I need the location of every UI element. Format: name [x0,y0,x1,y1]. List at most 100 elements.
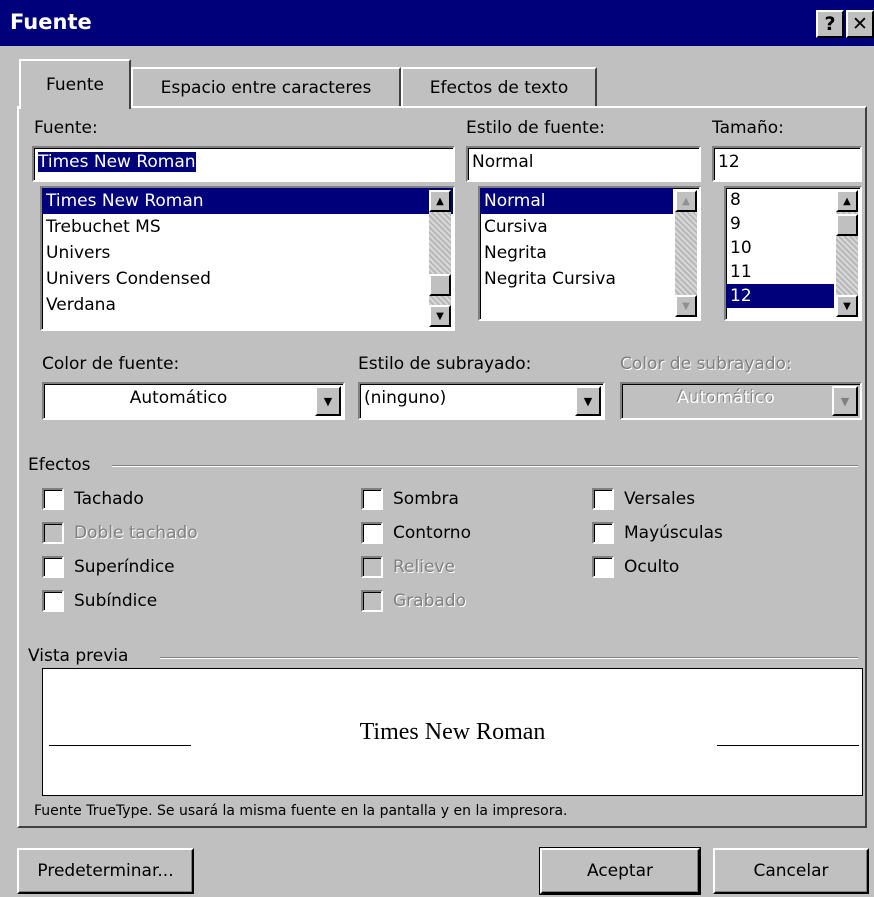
list-item[interactable]: Univers [42,240,453,266]
font-size-value: 12 [718,152,740,172]
font-color-select[interactable]: Automático ▼ [42,382,345,420]
title-bar[interactable]: Fuente ? ✕ [0,0,874,46]
font-label: Fuente: [34,118,98,138]
cancel-button-label: Cancelar [753,861,829,881]
cancel-button[interactable]: Cancelar [713,848,869,894]
list-item[interactable]: Negrita Cursiva [480,266,699,292]
scroll-down-arrow-icon[interactable]: ▼ [836,295,858,317]
checkbox-box[interactable] [592,556,614,578]
chevron-down-icon[interactable]: ▼ [832,386,858,416]
size-list-scrollbar[interactable]: ▲ ▼ [836,190,858,317]
effects-divider [112,465,858,467]
effects-label: Efectos [28,455,91,475]
checkbox-contorno[interactable]: Contorno [361,520,471,546]
checkbox-label: Versales [624,489,696,509]
checkbox-label: Sombra [393,489,459,509]
list-item[interactable]: Verdana [42,292,453,318]
checkbox-box[interactable] [361,488,383,510]
chevron-down-icon[interactable]: ▼ [575,386,601,416]
scroll-thumb[interactable] [836,214,858,236]
chevron-down-icon[interactable]: ▼ [315,386,341,416]
checkbox-label: Contorno [393,523,471,543]
checkbox-oculto[interactable]: Oculto [592,554,723,580]
truetype-note: Fuente TrueType. Se usará la misma fuent… [34,803,568,819]
checkbox-mayusculas[interactable]: Mayúsculas [592,520,723,546]
default-button-label: Predeterminar... [37,861,174,881]
ok-button-label: Aceptar [587,861,653,881]
tab-efectos-de-texto[interactable]: Efectos de texto [401,67,597,107]
checkbox-relieve[interactable]: Relieve [361,554,471,580]
list-item[interactable]: Negrita [480,240,699,266]
checkbox-box[interactable] [592,488,614,510]
help-button[interactable]: ? [816,10,844,38]
checkbox-box[interactable] [361,590,383,612]
checkbox-box[interactable] [42,556,64,578]
checkbox-versales[interactable]: Versales [592,486,723,512]
style-list-scrollbar[interactable]: ▲ ▼ [675,190,697,317]
scroll-thumb[interactable] [429,274,451,296]
preview-baseline-right [717,745,859,746]
list-item[interactable]: Univers Condensed [42,266,453,292]
tab-efectos-label: Efectos de texto [429,78,569,98]
font-style-list[interactable]: Normal Cursiva Negrita Negrita Cursiva ▲… [478,186,701,321]
checkbox-box[interactable] [361,556,383,578]
checkbox-label: Grabado [393,591,466,611]
checkbox-label: Oculto [624,557,680,577]
window-title: Fuente [10,10,92,34]
preview-sample-text: Times New Roman [359,719,546,745]
font-color-value: Automático [129,388,228,408]
underline-color-label: Color de subrayado: [620,354,792,374]
underline-color-select[interactable]: Automático ▼ [620,382,862,420]
list-item[interactable]: Times New Roman [42,188,453,214]
checkbox-label: Mayúsculas [624,523,723,543]
preview-label: Vista previa [28,646,129,666]
preview-divider [160,657,858,659]
checkbox-box[interactable] [361,522,383,544]
default-button[interactable]: Predeterminar... [17,848,194,894]
checkbox-doble-tachado[interactable]: Doble tachado [42,520,198,546]
font-style-input[interactable]: Normal [466,146,701,182]
underline-style-select[interactable]: (ninguno) ▼ [358,382,605,420]
checkbox-label: Superíndice [74,557,175,577]
checkbox-label: Doble tachado [74,523,198,543]
ok-button[interactable]: Aceptar [539,847,701,895]
close-icon[interactable]: ✕ [846,10,874,38]
scroll-up-arrow-icon[interactable]: ▲ [675,190,697,212]
scroll-up-arrow-icon[interactable]: ▲ [836,190,858,212]
checkbox-box[interactable] [592,522,614,544]
checkbox-sombra[interactable]: Sombra [361,486,471,512]
font-size-label: Tamaño: [712,118,784,138]
checkbox-superindice[interactable]: Superíndice [42,554,198,580]
list-item[interactable]: Cursiva [480,214,699,240]
scroll-up-arrow-icon[interactable]: ▲ [429,190,451,212]
tab-espacio-label: Espacio entre caracteres [160,78,372,98]
checkbox-tachado[interactable]: Tachado [42,486,198,512]
checkbox-grabado[interactable]: Grabado [361,588,471,614]
checkbox-box[interactable] [42,590,64,612]
scroll-down-arrow-icon[interactable]: ▼ [675,295,697,317]
checkbox-label: Relieve [393,557,455,577]
tab-espacio-entre-caracteres[interactable]: Espacio entre caracteres [131,67,401,107]
font-size-list[interactable]: 8 9 10 11 12 ▲ ▼ [724,186,862,321]
preview-box: Times New Roman [42,668,863,796]
checkbox-label: Subíndice [74,591,158,611]
checkbox-box[interactable] [42,522,64,544]
font-color-label: Color de fuente: [42,354,180,374]
list-item[interactable]: 12 [726,284,834,308]
font-name-input[interactable]: Times New Roman [32,146,455,182]
font-size-input[interactable]: 12 [712,146,862,182]
underline-style-label: Estilo de subrayado: [358,354,532,374]
checkbox-subindice[interactable]: Subíndice [42,588,198,614]
tab-fuente-label: Fuente [46,75,104,95]
list-item[interactable]: Normal [480,188,673,214]
checkbox-label: Tachado [74,489,144,509]
checkbox-box[interactable] [42,488,64,510]
font-style-value: Normal [472,152,534,172]
tab-fuente[interactable]: Fuente [19,59,131,109]
font-list[interactable]: Times New Roman Trebuchet MS Univers Uni… [40,186,455,331]
scroll-down-arrow-icon[interactable]: ▼ [429,305,451,327]
font-list-scrollbar[interactable]: ▲ ▼ [429,190,451,327]
list-item[interactable]: Trebuchet MS [42,214,453,240]
font-style-label: Estilo de fuente: [466,118,606,138]
underline-color-value: Automático [677,388,775,408]
